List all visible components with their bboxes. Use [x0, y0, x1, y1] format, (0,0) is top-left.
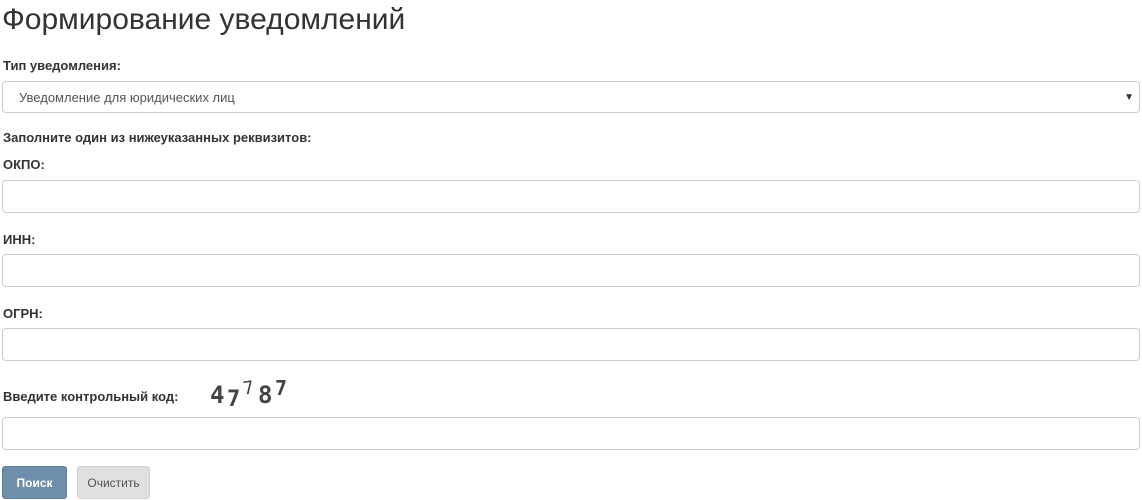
- page-title: Формирование уведомлений: [2, 3, 406, 36]
- search-button[interactable]: Поиск: [2, 466, 67, 499]
- requisites-hint: Заполните один из нижеуказанных реквизит…: [3, 130, 312, 145]
- captcha-image: 4 7 7 8 7: [210, 376, 287, 408]
- chevron-down-icon: ▼: [1124, 92, 1134, 103]
- ogrn-label: ОГРН:: [3, 306, 43, 321]
- captcha-digit: 7: [242, 377, 256, 399]
- okpo-label: ОКПО:: [3, 157, 45, 172]
- captcha-digit: 8: [258, 381, 272, 408]
- notification-type-label: Тип уведомления:: [3, 58, 121, 73]
- captcha-digit: 4: [210, 381, 224, 408]
- captcha-label: Введите контрольный код:: [3, 389, 179, 404]
- okpo-input[interactable]: [2, 180, 1140, 213]
- captcha-digit: 7: [275, 376, 287, 400]
- notification-type-select[interactable]: Уведомление для юридических лиц ▼: [2, 81, 1140, 113]
- captcha-input[interactable]: [2, 417, 1140, 450]
- inn-input[interactable]: [2, 254, 1140, 287]
- ogrn-input[interactable]: [2, 328, 1140, 361]
- notification-type-selected-value: Уведомление для юридических лиц: [19, 90, 235, 105]
- notification-form-page: Формирование уведомлений Тип уведомления…: [0, 0, 1142, 500]
- captcha-digit: 7: [227, 387, 240, 408]
- clear-button[interactable]: Очистить: [77, 466, 150, 499]
- inn-label: ИНН:: [3, 232, 36, 247]
